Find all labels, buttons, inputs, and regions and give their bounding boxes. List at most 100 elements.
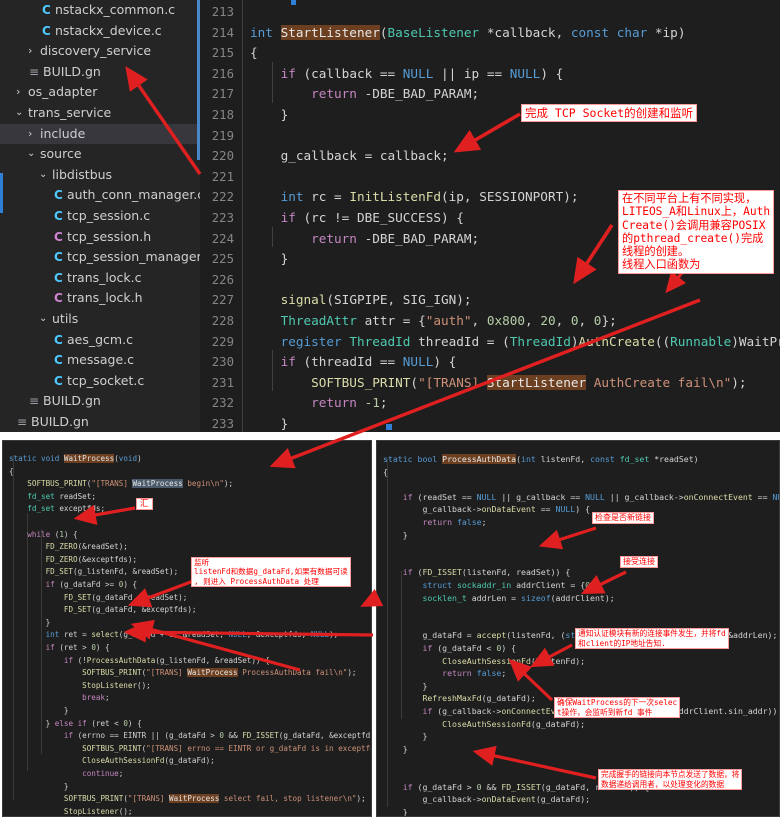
explorer-item-tcp-session-h[interactable]: Ctcp_session.h [0, 227, 200, 248]
snippet-line: } [402, 529, 408, 540]
line-code: ThreadAttr attr = {"auth", 0x800, 20, 0,… [280, 313, 617, 328]
explorer-item-discovery-service[interactable]: › discovery_service [0, 41, 200, 62]
line-number: 227 [211, 293, 234, 308]
editor-line[interactable]: 217 return -DBE_BAD_PARAM; [200, 84, 780, 105]
explorer-item-build-gn[interactable]: ≡ BUILD.gn [0, 62, 200, 83]
editor-line[interactable]: 220 g_callback = callback; [200, 146, 780, 167]
annotation-authcreate-platform: 在不同平台上有不同实现， LITEOS_A和Linux上，Auth Create… [618, 190, 775, 274]
chevron-down-icon[interactable]: ⌄ [27, 144, 35, 165]
line-code: if (threadId == NULL) { [280, 354, 457, 370]
line-code: } [280, 107, 289, 122]
explorer-item-build-gn[interactable]: ≡ BUILD.gn [0, 391, 200, 412]
snippet-line: RefreshMaxFd(g_dataFd); [422, 693, 536, 704]
c-file-icon: C [54, 353, 63, 368]
editor-line[interactable]: 229 register ThreadId threadId = (Thread… [200, 332, 780, 353]
line-code: int StartListener(BaseListener *callback… [250, 24, 686, 40]
snippet-line: SOFTBUS_PRINT("[TRANS] WaitProcess begin… [27, 479, 234, 489]
explorer-item-label: tcp_session.c [67, 208, 151, 223]
explorer-item-nstackx-common-c[interactable]: Cnstackx_common.c [0, 0, 200, 21]
chevron-down-icon[interactable]: ⌄ [39, 165, 47, 186]
explorer-item-utils[interactable]: ⌄ utils [0, 309, 200, 330]
explorer-item-auth-conn-manager-c[interactable]: Cauth_conn_manager.c [0, 185, 200, 206]
editor-line[interactable]: 213 [200, 2, 780, 23]
line-number: 231 [211, 375, 234, 390]
snippet-line: FD_SET(g_dataFd, &readSet); [63, 592, 188, 602]
marker-top [291, 0, 296, 5]
explorer-item-tcp-socket-c[interactable]: Ctcp_socket.c [0, 371, 200, 392]
annotation-tcp-socket: 完成 TCP Socket的创建和监听 [521, 104, 698, 122]
explorer-item-nstackx-device-c[interactable]: Cnstackx_device.c [0, 21, 200, 42]
snippet-line: } [422, 731, 428, 742]
explorer-item-trans-service[interactable]: ⌄ trans_service [0, 103, 200, 124]
explorer-marker [0, 173, 3, 213]
editor-line[interactable]: 233 } [200, 414, 780, 432]
file-explorer[interactable]: Cnstackx_common.c Cnstackx_device.c › disco… [0, 0, 200, 432]
explorer-item-libdistbus[interactable]: ⌄ libdistbus [0, 165, 200, 186]
editor-line[interactable]: 227 signal(SIGPIPE, SIG_IGN); [200, 290, 780, 311]
explorer-item-include[interactable]: › include [0, 123, 200, 145]
snippet-line: return false; [442, 668, 507, 679]
chevron-down-icon[interactable]: ⌄ [15, 103, 23, 124]
snippet-line: return false; [422, 517, 487, 527]
editor-line[interactable]: 216 if (callback == NULL || ip == NULL) … [200, 64, 780, 85]
line-code: register ThreadId threadId = (ThreadId)A… [280, 333, 780, 349]
snippet-line: FD_SET(g_dataFd, &exceptfds); [63, 605, 197, 615]
chevron-down-icon[interactable]: ⌄ [39, 309, 47, 330]
chevron-right-icon[interactable]: › [28, 41, 32, 62]
explorer-item-message-c[interactable]: Cmessage.c [0, 350, 200, 371]
annotation-accept-connection: 接受连接 [620, 556, 658, 568]
explorer-item-source[interactable]: ⌄ source [0, 144, 200, 165]
line-code: SOFTBUS_PRINT("[TRANS] StartListener Aut… [311, 374, 747, 390]
editor-line[interactable]: 232 return -1; [200, 393, 780, 414]
c-file-icon: C [54, 332, 63, 347]
annotation-ensure-select: 确保WaitProcess的下一次selec t操作，会监听到新fd 事件 [554, 697, 681, 719]
snippet-line: SOFTBUS_PRINT("[TRANS] WaitProcess Proce… [82, 668, 357, 678]
editor-line[interactable]: 230 if (threadId == NULL) { [200, 352, 780, 373]
explorer-item-trans-lock-c[interactable]: Ctrans_lock.c [0, 268, 200, 289]
editor-line[interactable]: 214 int StartListener(BaseListener *callb… [200, 23, 780, 44]
snippet-line: CloseAuthSessionFd(g_dataFd); [442, 718, 586, 729]
editor-line[interactable]: 231 SOFTBUS_PRINT("[TRANS] StartListener… [200, 373, 780, 394]
snippet-line: FD_ZERO(&readSet); [45, 542, 128, 552]
snippet-line: continue; [82, 769, 124, 778]
snippet-line: } [422, 680, 428, 691]
snippet-line: static bool ProcessAuthData(int listenFd… [383, 454, 699, 464]
explorer-item-label: aes_gcm.c [67, 331, 133, 347]
explorer-item-label: BUILD.gn [31, 414, 89, 429]
annotation-loop: 汇 [136, 498, 153, 510]
explorer-item-trans-lock-h[interactable]: Ctrans_lock.h [0, 288, 200, 309]
snippet-line: } [63, 781, 69, 791]
line-number: 219 [211, 128, 234, 143]
code-snippet-waitprocess[interactable]: static void WaitProcess(void) { SOFTBUS_P… [2, 440, 372, 817]
snippet-line: CloseAuthSessionFd(g_dataFd); [82, 756, 215, 766]
line-number: 223 [211, 211, 234, 225]
chevron-right-icon[interactable]: › [16, 82, 20, 103]
explorer-item-tcp-session-c[interactable]: Ctcp_session.c [0, 206, 200, 227]
explorer-item-os-adapter[interactable]: › os_adapter [0, 82, 200, 103]
explorer-item-aes-gcm-c[interactable]: Caes_gcm.c [0, 330, 200, 351]
editor-line[interactable]: 215 { [200, 43, 780, 64]
explorer-item-label: trans_lock.c [67, 269, 142, 285]
explorer-item-label: tcp_session.h [67, 228, 152, 244]
line-number: 213 [211, 5, 234, 19]
line-number: 218 [211, 108, 234, 122]
line-code: signal(SIGPIPE, SIG_IGN); [280, 292, 472, 308]
snippet-line: StopListener(); [82, 680, 151, 690]
line-number: 230 [211, 355, 234, 370]
snippet-line: FD_ZERO(&exceptfds); [45, 554, 138, 564]
explorer-item-label: source [40, 146, 82, 162]
editor-line[interactable]: 219 [200, 126, 780, 147]
c-file-icon: C [54, 270, 63, 285]
snippet-line: if (!ProcessAuthData(g_listenFd, &readSe… [63, 655, 270, 665]
editor-line[interactable]: 228 ThreadAttr attr = {"auth", 0x800, 20… [200, 311, 780, 332]
explorer-item-build-gn[interactable]: ≡ BUILD.gn [0, 412, 200, 432]
explorer-item-tcp-session-manager-c[interactable]: Ctcp_session_manager.c [0, 247, 200, 268]
snippet-line: g_callback->onDataEvent == NULL) { [422, 504, 591, 515]
editor-line[interactable]: 221 [200, 167, 780, 188]
snippet-line: while (1) { [27, 529, 78, 539]
chevron-right-icon[interactable]: › [28, 124, 32, 145]
line-code: if (callback == NULL || ip == NULL) { [280, 65, 564, 81]
line-code: int rc = InitListenFd(ip, SESSIONPORT); [280, 189, 579, 205]
line-number: 225 [211, 252, 234, 267]
line-number: 228 [211, 314, 234, 328]
